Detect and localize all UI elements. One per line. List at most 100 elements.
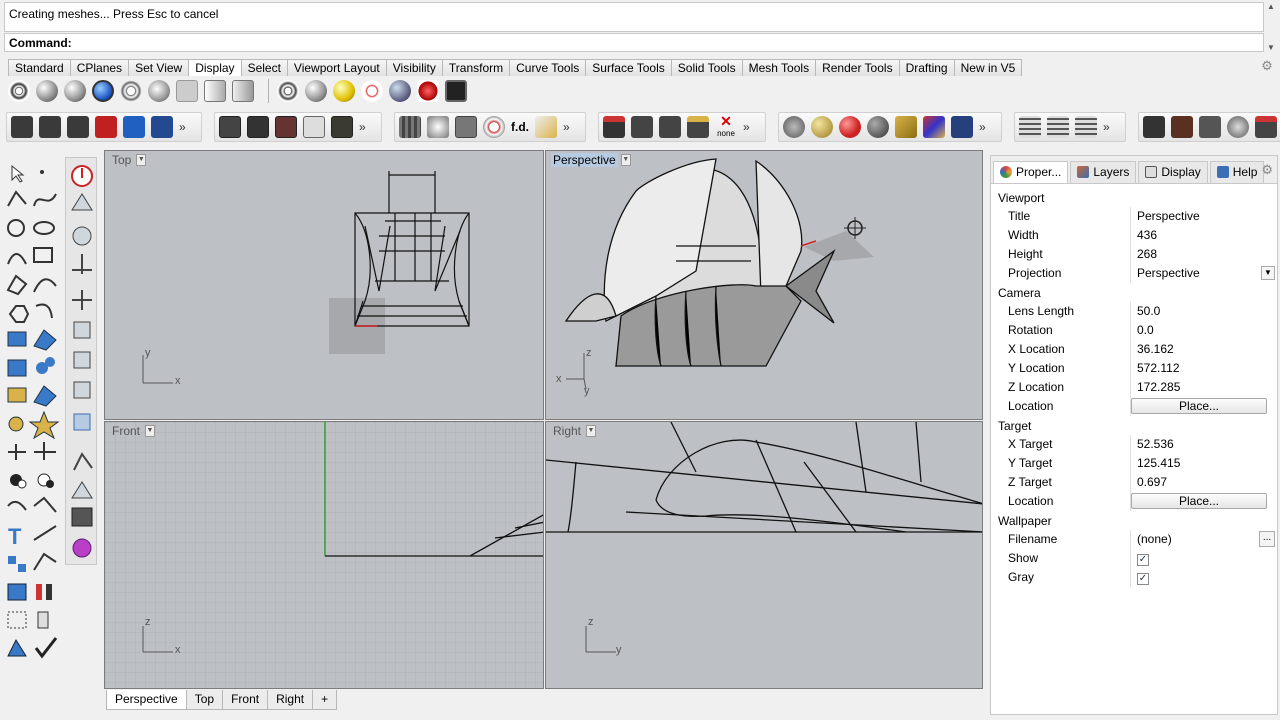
snap-tool-red-icon[interactable] [95,116,117,138]
cplane-4-icon[interactable] [72,290,92,310]
viewport-top-label[interactable]: Top ▼ [110,153,147,167]
polyline-icon[interactable] [7,190,27,207]
group-icon[interactable] [8,556,26,572]
more-chevron-icon[interactable]: » [179,120,189,134]
zoom-tool-icon[interactable] [427,116,449,138]
toolbar-tab-visibility[interactable]: Visibility [385,59,443,76]
technical-sphere-icon[interactable] [148,80,170,102]
toolbar-tab-display[interactable]: Display [188,59,242,76]
toolbar-gear-icon[interactable]: ⚙ [1260,59,1274,73]
join-icon[interactable] [10,474,27,489]
view-box-4-icon[interactable] [73,413,91,431]
toolbar-tab-select[interactable]: Select [240,59,288,76]
render-1-icon[interactable] [603,116,625,138]
named-view-icon[interactable] [455,116,477,138]
curve-icon[interactable] [33,193,57,207]
add-viewport-tab-button[interactable]: + [312,690,338,710]
viewport-front[interactable]: Front ▼ z x [104,421,544,689]
snap-tool-blue-icon[interactable] [123,116,145,138]
polygon-icon[interactable] [6,274,28,296]
command-scroll[interactable]: ▲ ▼ [1264,2,1278,52]
box-icon[interactable] [7,359,27,377]
fillet-icon[interactable] [7,500,27,511]
view-tool-3-icon[interactable] [71,507,93,527]
toolbar-tab-viewport-layout[interactable]: Viewport Layout [286,59,387,76]
xray-sphere-icon[interactable] [120,80,142,102]
x-location-field[interactable]: 36.162 [1131,340,1277,359]
render-4-icon[interactable] [687,116,709,138]
viewport-perspective-label[interactable]: Perspective ▼ [551,153,631,167]
filename-field[interactable]: (none) ... [1131,530,1277,549]
extra-5-icon[interactable] [1255,116,1277,138]
arc-icon[interactable] [7,253,27,265]
panel-gear-icon[interactable]: ⚙ [1261,162,1273,178]
tab-display[interactable]: Display [1138,160,1208,183]
layout-3-icon[interactable] [275,116,297,138]
ghosted-sphere-icon[interactable] [92,80,114,102]
wireframe-globe-icon[interactable] [8,80,30,102]
text-icon[interactable]: T [8,524,22,549]
analyze-icon[interactable] [7,638,27,657]
toolbar-tab-curve-tools[interactable]: Curve Tools [509,59,587,76]
render-2-icon[interactable] [631,116,653,138]
target-place-button[interactable]: Place... [1131,493,1267,509]
sphere-gray-icon[interactable] [305,80,327,102]
tab-help[interactable]: Help [1209,160,1265,183]
toolbar-tab-drafting[interactable]: Drafting [898,59,955,76]
more-chevron-icon[interactable]: » [1103,120,1113,134]
extra-1-icon[interactable] [1143,116,1165,138]
scroll-up-icon[interactable]: ▲ [1267,2,1275,11]
select-arrow-icon[interactable] [11,164,25,183]
toolbar-tab-transform[interactable]: Transform [441,59,511,76]
material-4-icon[interactable] [867,116,889,138]
spiral-icon[interactable] [35,303,53,319]
view-tool-1-icon[interactable] [73,452,93,471]
width-field[interactable]: 436 [1131,226,1277,245]
more-chevron-icon[interactable]: » [979,120,989,134]
x-target-field[interactable]: 52.536 [1131,435,1277,454]
chevron-down-icon[interactable]: ▼ [1261,266,1275,280]
view-box-2-icon[interactable] [73,351,91,369]
extra-2-icon[interactable] [1171,116,1193,138]
material-2-icon[interactable] [811,116,833,138]
y-target-field[interactable]: 125.415 [1131,454,1277,473]
snap-tool-3-icon[interactable] [67,116,89,138]
height-field[interactable]: 268 [1131,245,1277,264]
more-chevron-icon[interactable]: » [563,120,573,134]
ellipse-icon[interactable] [33,221,55,235]
chevron-down-icon[interactable]: ▼ [136,154,147,166]
monitor-icon[interactable] [445,80,467,102]
sun-light-icon[interactable] [333,80,355,102]
tab-properties[interactable]: Proper... [993,160,1069,183]
gumball-icon[interactable] [37,611,49,629]
toolbar-tab-surface-tools[interactable]: Surface Tools [585,59,672,76]
circle-icon[interactable] [7,219,25,237]
table-3-icon[interactable] [1075,116,1097,138]
layout-5-icon[interactable] [331,116,353,138]
toolbar-tab-render-tools[interactable]: Render Tools [815,59,900,76]
viewport-tab-top[interactable]: Top [185,690,224,710]
snap-tool-2-icon[interactable] [39,116,61,138]
material-7-icon[interactable] [951,116,973,138]
viewport-tab-perspective[interactable]: Perspective [106,690,187,710]
projection-select[interactable]: Perspective ▼ [1131,264,1277,283]
material-5-icon[interactable] [895,116,917,138]
target-icon[interactable] [361,80,383,102]
cube-icon[interactable] [7,583,27,601]
material-3-icon[interactable] [839,116,861,138]
rotation-field[interactable]: 0.0 [1131,321,1277,340]
camera-place-button[interactable]: Place... [1131,398,1267,414]
extra-4-icon[interactable] [1227,116,1249,138]
globe-grid-icon[interactable] [277,80,299,102]
surface-2-icon[interactable] [33,329,57,351]
artistic-icon[interactable] [176,80,198,102]
scroll-down-icon[interactable]: ▼ [1267,43,1275,52]
z-location-field[interactable]: 172.285 [1131,378,1277,397]
power-icon[interactable] [71,165,93,187]
render-3-icon[interactable] [659,116,681,138]
pan-tool-icon[interactable] [483,116,505,138]
chevron-down-icon[interactable]: ▼ [145,425,156,437]
show-checkbox[interactable]: ✓ [1137,554,1149,566]
explode-icon[interactable] [37,473,54,488]
freeform-icon[interactable] [33,278,57,293]
